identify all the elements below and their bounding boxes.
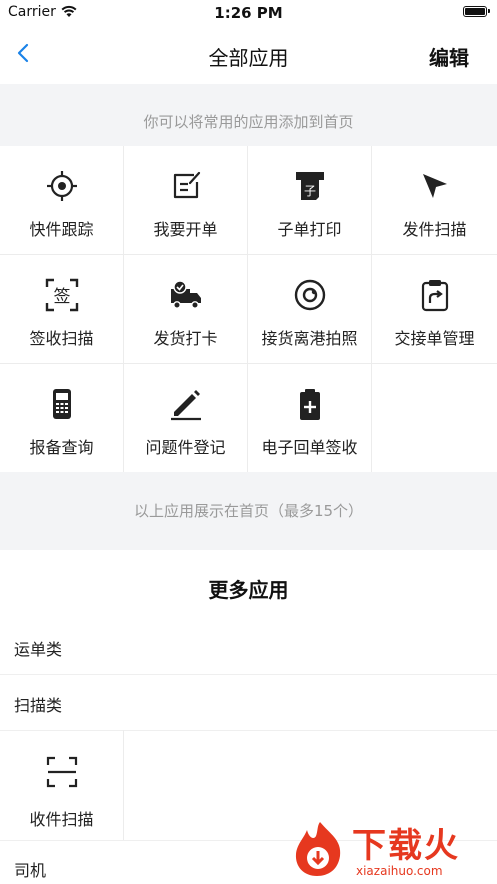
app-tile-tracking[interactable]: 快件跟踪	[0, 146, 123, 254]
app-label: 签收扫描	[29, 329, 94, 348]
battery-icon	[463, 6, 490, 17]
app-tile-handover-manage[interactable]: 交接单管理	[372, 255, 497, 363]
edit-button[interactable]: 编辑	[429, 42, 469, 71]
truck-icon	[170, 280, 201, 309]
watermark-url: xiazaihuo.com	[356, 864, 443, 878]
app-tile-dispatch-scan[interactable]: 发件扫描	[372, 146, 497, 254]
edit-form-icon	[173, 171, 200, 199]
app-tile-sign-scan[interactable]: 签 签收扫描	[0, 255, 123, 363]
receipt-plus-icon	[299, 389, 320, 420]
empty-tile	[372, 364, 497, 472]
more-apps-title: 更多应用	[208, 578, 289, 602]
sign-scan-icon: 签	[45, 278, 78, 312]
svg-text:签: 签	[53, 287, 70, 307]
app-label: 交接单管理	[394, 329, 475, 348]
app-tile-sub-print[interactable]: 子 子单打印	[248, 146, 371, 254]
hint-text: 你可以将常用的应用添加到首页	[143, 113, 354, 131]
app-tile-pickup-photo[interactable]: 接货离港拍照	[248, 255, 371, 363]
category-scan: 扫描类	[0, 676, 497, 731]
app-label: 电子回单签收	[261, 438, 358, 457]
page-title: 全部应用	[208, 46, 289, 70]
app-label: 发件扫描	[402, 220, 467, 239]
nav-bar: 全部应用 编辑	[0, 26, 497, 84]
send-arrow-icon	[422, 174, 447, 198]
scan-frame-icon	[46, 756, 78, 788]
svg-text:子: 子	[303, 184, 315, 198]
max-apps-hint: 以上应用展示在首页（最多15个）	[0, 472, 497, 550]
home-apps-hint: 你可以将常用的应用添加到首页	[0, 84, 497, 146]
app-tile-shipment-checkin[interactable]: 发货打卡	[124, 255, 247, 363]
home-apps-grid: 快件跟踪 我要开单 子 子单打印 发件扫描 签 签收扫描 发货打卡 接货离港拍照…	[0, 146, 497, 472]
crosshair-icon	[46, 171, 77, 201]
app-label: 问题件登记	[145, 438, 226, 457]
app-tile-problem-register[interactable]: 问题件登记	[124, 364, 247, 472]
category-label: 司机	[14, 861, 47, 880]
status-time: 1:26 PM	[214, 4, 283, 22]
app-tile-e-receipt-sign[interactable]: 电子回单签收	[248, 364, 371, 472]
flame-logo-icon	[295, 822, 341, 876]
app-label: 子单打印	[277, 220, 342, 239]
app-label: 快件跟踪	[29, 220, 94, 239]
handheld-device-icon	[52, 389, 71, 419]
app-label: 报备查询	[29, 438, 94, 457]
camera-icon	[294, 279, 325, 311]
clipboard-icon	[421, 280, 448, 312]
category-label: 运单类	[14, 640, 63, 659]
watermark-text: 下载火	[352, 826, 460, 866]
app-tile-report-query[interactable]: 报备查询	[0, 364, 123, 472]
printer-icon: 子	[295, 172, 324, 200]
category-label: 扫描类	[14, 696, 63, 715]
status-bar: Carrier 1:26 PM	[0, 0, 497, 26]
app-label: 我要开单	[153, 220, 218, 239]
category-waybill: 运单类	[0, 620, 497, 675]
app-label: 收件扫描	[29, 810, 94, 829]
app-tile-create-order[interactable]: 我要开单	[124, 146, 247, 254]
watermark-logo: 下载火 xiazaihuo.com	[290, 818, 490, 880]
app-label: 发货打卡	[153, 329, 218, 348]
pencil-icon	[170, 390, 201, 421]
app-tile-receive-scan[interactable]: 收件扫描	[0, 730, 124, 840]
app-label: 接货离港拍照	[261, 329, 358, 348]
footer-hint-text: 以上应用展示在首页（最多15个）	[133, 502, 364, 520]
